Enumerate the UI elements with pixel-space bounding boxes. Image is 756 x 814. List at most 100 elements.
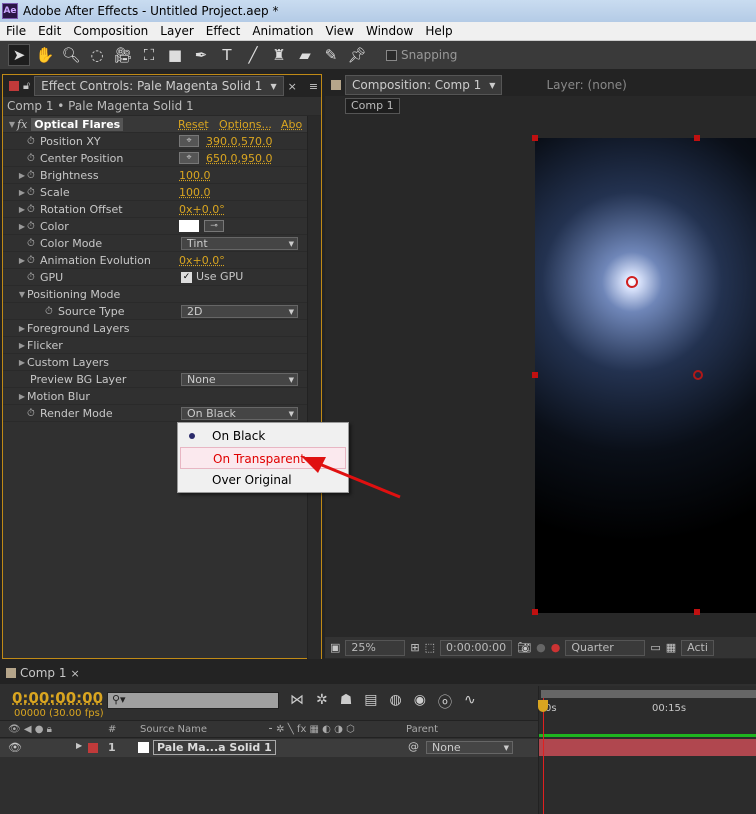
brush-tool-icon[interactable]: ╱ — [242, 44, 264, 66]
property-dropdown[interactable]: None — [181, 372, 298, 386]
show-snapshot-icon[interactable]: ● — [536, 641, 546, 654]
expand-triangle-icon[interactable]: ▶ — [17, 256, 27, 265]
zoom-tool-icon[interactable]: 🔍︎ — [60, 44, 82, 66]
property-row[interactable]: ▶ ⏱︎ Color ⊸ — [3, 218, 321, 235]
menu-layer[interactable]: Layer — [154, 24, 199, 38]
stopwatch-icon[interactable]: ⏱︎ — [27, 238, 40, 249]
property-row[interactable]: ⏱︎ Center Position ⌖ 650.0,950.0 — [3, 150, 321, 167]
layer-duration-bar[interactable] — [539, 739, 756, 756]
menu-effect[interactable]: Effect — [200, 24, 247, 38]
property-row[interactable]: ▶ Motion Blur — [3, 388, 321, 405]
property-value[interactable]: 0x+0.0° — [179, 254, 225, 267]
comp-button[interactable]: Comp 1 — [345, 98, 400, 114]
flare-position-handle[interactable] — [626, 276, 638, 288]
region-icon[interactable]: ▣ — [330, 641, 340, 654]
comp-mini-flowchart-icon[interactable]: ⋈ — [290, 692, 304, 712]
clone-stamp-tool-icon[interactable]: ♜ — [268, 44, 290, 66]
chevron-down-icon[interactable]: ▼ — [270, 82, 276, 91]
lock-icon[interactable]: 🔓︎ — [23, 79, 30, 93]
playhead-icon[interactable] — [538, 700, 548, 712]
close-icon[interactable]: × — [70, 667, 79, 680]
property-value[interactable]: 100.0 — [179, 186, 211, 199]
composition-viewer[interactable] — [535, 138, 756, 613]
roto-brush-tool-icon[interactable]: ✎ — [320, 44, 342, 66]
work-area-bar[interactable] — [541, 690, 756, 698]
stopwatch-icon[interactable]: ⏱︎ — [27, 408, 40, 419]
reset-link[interactable]: Reset — [178, 118, 209, 131]
stopwatch-icon[interactable]: ⏱︎ — [27, 170, 40, 181]
layer-handle[interactable] — [694, 609, 700, 615]
current-time-indicator[interactable] — [543, 698, 544, 814]
menu-composition[interactable]: Composition — [67, 24, 154, 38]
property-value[interactable]: 650.0,950.0 — [206, 152, 272, 165]
draft-3d-icon[interactable]: ✲ — [316, 692, 328, 712]
tab-layer[interactable]: Layer: (none) — [546, 78, 626, 92]
expand-triangle-icon[interactable]: ▶ — [17, 324, 27, 333]
tab-effect-controls[interactable]: Effect Controls: Pale Magenta Solid 1 ▼ — [34, 76, 284, 96]
options-link[interactable]: Options... — [219, 118, 272, 131]
grid-icon[interactable]: ⊞ — [410, 641, 419, 654]
transparency-grid-icon[interactable]: ▦ — [666, 641, 676, 654]
roi-icon[interactable]: ▭ — [650, 641, 660, 654]
property-value[interactable]: 390.0,570.0 — [206, 135, 272, 148]
expand-triangle-icon[interactable]: ▶ — [76, 741, 82, 750]
about-link[interactable]: Abo — [281, 118, 302, 131]
mask-icon[interactable]: ⬚ — [425, 641, 435, 654]
menu-item-on-black[interactable]: On Black — [180, 425, 346, 447]
stopwatch-icon[interactable]: ⏱︎ — [27, 272, 40, 283]
close-icon[interactable]: × — [288, 80, 297, 93]
menu-edit[interactable]: Edit — [32, 24, 67, 38]
time-ruler[interactable]: 0s 00:15s — [538, 686, 756, 814]
center-position-handle[interactable] — [693, 370, 703, 380]
layer-handle[interactable] — [532, 135, 538, 141]
expand-triangle-icon[interactable]: ▼ — [17, 290, 27, 299]
puppet-pin-tool-icon[interactable]: 📌︎ — [346, 44, 368, 66]
property-row[interactable]: ⏱︎ Source Type 2D — [3, 303, 321, 320]
parent-select[interactable]: None — [426, 741, 513, 754]
gpu-checkbox[interactable]: ✓ — [181, 272, 192, 283]
crosshair-icon[interactable]: ⌖ — [179, 135, 199, 147]
timecode-field[interactable]: 0:00:00:00 — [440, 639, 513, 656]
chevron-down-icon[interactable]: ▼ — [489, 81, 495, 90]
property-row[interactable]: ⏱︎ Render Mode On Black — [3, 405, 321, 422]
color-swatch[interactable] — [179, 220, 199, 232]
view-select[interactable]: Acti — [681, 639, 714, 656]
type-tool-icon[interactable]: T — [216, 44, 238, 66]
pan-behind-tool-icon[interactable]: ⛶ — [138, 44, 160, 66]
motion-blur-icon[interactable]: ◍ — [390, 692, 402, 712]
property-value[interactable]: 0x+0.0° — [179, 203, 225, 216]
property-row[interactable]: ▶ Foreground Layers — [3, 320, 321, 337]
panel-menu-icon[interactable]: ≡ — [309, 80, 318, 93]
tab-comp-1[interactable]: Comp 1 — [20, 666, 66, 680]
expand-triangle-icon[interactable]: ▼ — [7, 120, 17, 129]
selection-tool-icon[interactable]: ➤ — [8, 44, 30, 66]
fx-icon[interactable]: fx — [17, 118, 27, 131]
search-input[interactable]: ⚲▾ — [107, 692, 279, 709]
stopwatch-icon[interactable]: ⏱︎ — [27, 187, 40, 198]
property-row[interactable]: ⏱︎ Color Mode Tint — [3, 235, 321, 252]
graph-editor-icon[interactable]: ∿ — [464, 692, 476, 712]
pickwhip-icon[interactable]: @ — [408, 740, 419, 753]
brainstorm-icon[interactable]: ◉ — [414, 692, 426, 712]
property-row[interactable]: ▶ Custom Layers — [3, 354, 321, 371]
expand-triangle-icon[interactable]: ▶ — [17, 205, 27, 214]
expand-triangle-icon[interactable]: ▶ — [17, 392, 27, 401]
tab-composition[interactable]: Composition: Comp 1 ▼ — [345, 75, 503, 95]
layer-handle[interactable] — [532, 372, 538, 378]
menu-view[interactable]: View — [320, 24, 360, 38]
property-row[interactable]: ⏱︎ Position XY ⌖ 390.0,570.0 — [3, 133, 321, 150]
menu-animation[interactable]: Animation — [246, 24, 319, 38]
stopwatch-icon[interactable]: ⏱︎ — [27, 255, 40, 266]
eyedropper-icon[interactable]: ⊸ — [204, 220, 224, 232]
property-row[interactable]: Preview BG Layer None — [3, 371, 321, 388]
property-dropdown[interactable]: 2D — [181, 304, 298, 318]
expand-triangle-icon[interactable]: ▶ — [17, 222, 27, 231]
resolution-select[interactable]: Quarter — [565, 639, 646, 656]
eye-icon[interactable]: 👁︎ — [8, 741, 22, 754]
auto-keyframe-icon[interactable]: ⓞ — [438, 692, 452, 712]
rotation-tool-icon[interactable]: ◌ — [86, 44, 108, 66]
snapping-toggle[interactable]: Snapping — [386, 48, 457, 62]
snapping-checkbox[interactable] — [386, 49, 397, 61]
property-dropdown[interactable]: Tint — [181, 236, 298, 250]
layer-handle[interactable] — [532, 609, 538, 615]
